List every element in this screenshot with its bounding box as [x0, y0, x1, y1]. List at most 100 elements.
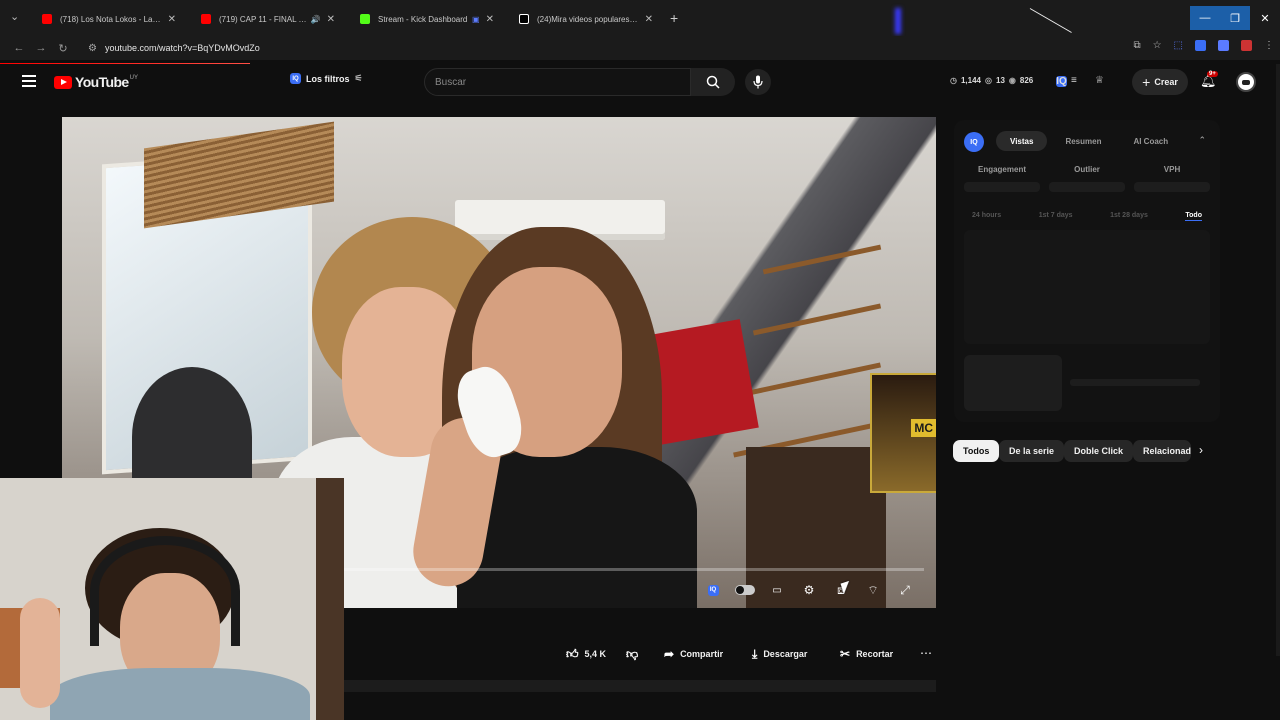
close-window-icon[interactable]: ✕: [1250, 6, 1280, 30]
download-button[interactable]: ⤓ Descargar: [752, 641, 807, 667]
range-24-hours[interactable]: 24 hours: [972, 212, 1001, 221]
range-todo[interactable]: Todo: [1185, 212, 1202, 221]
tab-title: (719) CAP 11 - FINAL DE R: [219, 14, 307, 24]
new-tab-plus-icon[interactable]: +: [670, 10, 678, 26]
hamburger-menu-icon[interactable]: [22, 75, 36, 90]
avatar[interactable]: [1236, 72, 1256, 92]
search-input[interactable]: Buscar: [424, 68, 691, 96]
recommendation-chips: Todos De la serie Doble Click Relacionad…: [953, 440, 1219, 462]
chip-doble-click[interactable]: Doble Click: [1064, 440, 1134, 462]
search-button[interactable]: [691, 68, 735, 96]
dislike-button[interactable]: 👎︎: [626, 641, 644, 667]
browser-tab[interactable]: (718) Los Nota Lokos - La mas ✕: [34, 6, 184, 32]
extension-icon[interactable]: [1195, 40, 1206, 51]
country-code: UY: [129, 75, 138, 81]
range-first-28-days[interactable]: 1st 28 days: [1110, 212, 1148, 221]
reload-icon[interactable]: ↻: [52, 42, 74, 55]
close-tab-icon[interactable]: ✕: [645, 14, 653, 25]
site-settings-icon[interactable]: ⚙: [88, 43, 97, 54]
search-placeholder: Buscar: [435, 76, 467, 88]
chevron-right-icon[interactable]: ›: [1199, 443, 1203, 457]
like-count: 5,4 K: [584, 649, 607, 659]
decorative-glow: [895, 8, 901, 34]
thumbs-up-icon: 👍︎: [566, 646, 579, 661]
share-arrow-icon: ➦: [664, 647, 675, 661]
address-bar[interactable]: ⚙ youtube.com/watch?v=BqYDvMOvdZo: [88, 38, 1088, 58]
list-icon[interactable]: ≡: [1071, 75, 1077, 86]
tab-vistas[interactable]: Vistas: [996, 131, 1048, 151]
vidiq-text-skeleton: [1070, 379, 1200, 386]
chip-de-la-serie[interactable]: De la serie: [999, 440, 1065, 462]
cast-icon[interactable]: ⌔: [862, 579, 884, 601]
voice-search-button[interactable]: [745, 69, 771, 95]
browser-tab[interactable]: (719) CAP 11 - FINAL DE R 🔊 ✕: [193, 6, 343, 32]
restore-icon[interactable]: ❐: [1220, 6, 1250, 30]
vidiq-icon[interactable]: IQ: [1056, 76, 1067, 87]
vidiq-tabs: Vistas Resumen AI Coach: [996, 131, 1182, 151]
vidiq-player-icon[interactable]: IQ: [702, 579, 724, 601]
bookmark-star-icon[interactable]: ☆: [1153, 40, 1162, 51]
metric-vph: VPH: [1134, 165, 1210, 192]
filters-button[interactable]: IQ Los filtros ⚟: [290, 73, 363, 84]
plus-icon: +: [1142, 74, 1151, 90]
decorative-streak: [1029, 8, 1072, 33]
clip-label: Recortar: [856, 649, 894, 659]
scene-poster: MC: [870, 373, 936, 493]
trophy-icon[interactable]: ♕: [1095, 75, 1104, 86]
youtube-play-logo-icon: [54, 75, 72, 89]
browser-tab[interactable]: Stream - Kick Dashboard ▣ ✕: [352, 6, 502, 32]
microphone-icon: [753, 75, 763, 89]
extension-icon[interactable]: [1241, 40, 1252, 51]
cam-hand: [20, 598, 60, 708]
chip-relacionado[interactable]: Relacionado: [1133, 440, 1191, 462]
metric-value-skeleton: [1134, 182, 1210, 192]
range-first-7-days[interactable]: 1st 7 days: [1039, 212, 1073, 221]
settings-gear-icon[interactable]: ⚙: [798, 579, 820, 601]
close-tab-icon[interactable]: ✕: [327, 14, 335, 25]
browser-toolbar: ← → ↻ ⚙ youtube.com/watch?v=BqYDvMOvdZo …: [0, 36, 1280, 60]
like-button[interactable]: 👍︎ 5,4 K: [566, 641, 606, 667]
kick-favicon-icon: [360, 14, 370, 24]
minimize-icon[interactable]: —: [1190, 6, 1220, 30]
cam-headset: [90, 536, 240, 646]
tab-search-chevron-icon[interactable]: ⌄: [10, 10, 26, 26]
youtube-masthead: YouTube UY IQ Los filtros ⚟ Buscar ◷ 1,1…: [0, 64, 1280, 100]
more-actions-icon[interactable]: ⋯: [916, 641, 936, 667]
share-button[interactable]: ➦ Compartir: [664, 641, 723, 667]
logo-wordmark: YouTube: [75, 74, 129, 90]
youtube-logo[interactable]: YouTube UY: [54, 74, 138, 90]
forward-arrow-icon[interactable]: →: [30, 42, 52, 54]
create-button[interactable]: + Crear: [1132, 69, 1188, 95]
description-box[interactable]: [344, 680, 936, 692]
autoplay-toggle[interactable]: [734, 579, 756, 601]
audio-playing-icon[interactable]: 🔊: [311, 15, 321, 24]
filters-label: Los filtros: [306, 73, 350, 84]
page-scrollbar[interactable]: [1276, 64, 1280, 656]
close-tab-icon[interactable]: ✕: [168, 14, 176, 25]
tab-ai-coach[interactable]: AI Coach: [1119, 131, 1182, 151]
close-tab-icon[interactable]: ✕: [486, 14, 494, 25]
browser-menu-icon[interactable]: ⋮: [1264, 40, 1274, 51]
fullscreen-icon[interactable]: ⤢: [894, 579, 916, 601]
chip-todos[interactable]: Todos: [953, 440, 1000, 462]
notification-count-badge: 9+: [1207, 71, 1218, 77]
cast-icon[interactable]: ⧉: [1133, 40, 1140, 51]
extension-icon[interactable]: [1218, 40, 1229, 51]
vidiq-chart-skeleton: [964, 230, 1210, 344]
metric-label: Engagement: [977, 165, 1026, 174]
player-controls: IQ ▭ ⚙ ⧈ ⌔ ⤢: [702, 578, 916, 602]
video-progress-bar[interactable]: [344, 568, 924, 571]
collapse-chevron-icon[interactable]: ⌃: [1198, 135, 1206, 146]
download-label: Descargar: [763, 649, 808, 659]
back-arrow-icon[interactable]: ←: [8, 42, 30, 54]
clip-button[interactable]: ✂ Recortar: [840, 641, 893, 667]
subtitles-icon[interactable]: ▭: [766, 579, 788, 601]
metric-label: Outlier: [1074, 165, 1100, 174]
metric-value-skeleton: [964, 182, 1040, 192]
extensions-icon[interactable]: ⬚: [1174, 40, 1183, 51]
vidiq-stats: ◷ 1,144 ◎ 13 ◉ 826: [950, 76, 1033, 85]
tab-title: (718) Los Nota Lokos - La mas: [60, 14, 162, 24]
eye-icon: ◎: [985, 76, 992, 85]
tab-resumen[interactable]: Resumen: [1051, 131, 1115, 151]
browser-tab[interactable]: (24)Mira videos populares sele ✕: [511, 6, 661, 32]
